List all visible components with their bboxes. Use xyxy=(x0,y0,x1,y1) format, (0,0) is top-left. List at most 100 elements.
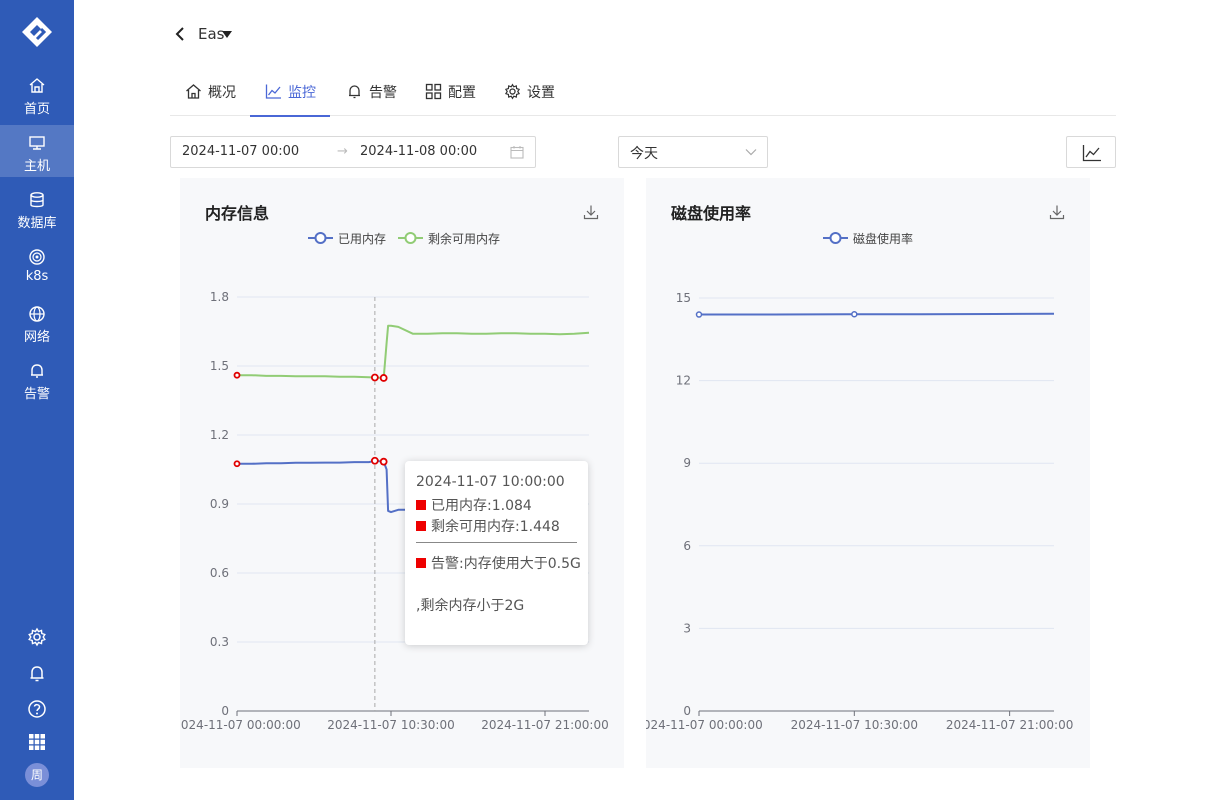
start-date-input[interactable]: 2024-11-07 00:00 xyxy=(182,144,299,159)
line-chart-icon xyxy=(1082,145,1101,162)
y-tick-label: 0.6 xyxy=(210,566,229,580)
legend-label: 剩余可用内存 xyxy=(428,232,501,246)
tooltip-marker xyxy=(416,521,426,531)
sidebar-item-label: 主机 xyxy=(23,159,50,174)
tab-bar: 概况 监控 告警 配置 设置 xyxy=(170,68,1116,117)
range-arrow: → xyxy=(337,144,348,159)
chart-tooltip: 2024-11-07 10:00:00 已用内存:1.084 剩余可用内存:1.… xyxy=(405,461,588,645)
apps-grid-icon[interactable] xyxy=(27,732,47,752)
active-tab-indicator xyxy=(250,115,330,117)
x-tick-label: 2024-11-07 10:30:00 xyxy=(327,718,454,732)
legend-marker xyxy=(398,232,423,244)
data-point xyxy=(851,310,858,318)
download-icon[interactable] xyxy=(583,204,599,220)
help-icon[interactable] xyxy=(27,699,47,719)
grid-icon xyxy=(425,83,442,100)
bell-icon xyxy=(31,364,43,378)
legend-marker xyxy=(823,232,848,244)
alert-point xyxy=(370,373,379,382)
alert-point xyxy=(379,457,388,466)
avatar[interactable]: 周 xyxy=(25,763,49,787)
page-title[interactable]: Eas xyxy=(198,25,224,43)
tooltip-marker xyxy=(416,558,426,568)
tooltip-alert: 告警:内存使用大于0.5G xyxy=(431,556,581,572)
tooltip-value: 剩余可用内存:1.448 xyxy=(431,519,560,535)
y-tick-label: 0 xyxy=(683,704,691,718)
chart-title: 磁盘使用率 xyxy=(671,204,752,223)
series-line-1 xyxy=(237,324,590,379)
sidebar-item-host[interactable]: 主机 xyxy=(0,125,74,177)
y-tick-label: 9 xyxy=(683,456,691,470)
tooltip-time: 2024-11-07 10:00:00 xyxy=(416,474,565,490)
tab-label: 配置 xyxy=(448,85,476,101)
sidebar: 首页 主机 数据库 k8s 网络 告警 周 xyxy=(0,0,74,800)
date-range-picker[interactable]: 2024-11-07 00:00 → 2024-11-08 00:00 xyxy=(170,136,536,168)
chart-title: 内存信息 xyxy=(205,204,270,223)
tooltip-marker xyxy=(416,500,426,510)
bell-icon xyxy=(349,85,360,99)
alert-point xyxy=(379,374,388,382)
download-icon[interactable] xyxy=(1049,204,1065,220)
x-tick-label: 2024-11-07 00:00:00 xyxy=(646,718,763,732)
x-tick-label: 2024-11-07 21:00:00 xyxy=(946,718,1073,732)
sidebar-item-label: 告警 xyxy=(23,387,50,402)
time-range-select[interactable]: 今天 xyxy=(618,136,768,168)
tooltip-row-free: 剩余可用内存:1.448 xyxy=(416,516,560,536)
y-tick-label: 1.2 xyxy=(210,428,229,442)
sidebar-item-alarm[interactable]: 告警 xyxy=(0,353,74,405)
y-tick-label: 1.8 xyxy=(210,290,229,304)
logo-icon[interactable] xyxy=(21,16,53,48)
tab-label: 设置 xyxy=(527,85,555,101)
back-arrow-icon[interactable] xyxy=(174,26,186,42)
tooltip-row-alert: 告警:内存使用大于0.5G xyxy=(416,553,581,573)
tab-label: 监控 xyxy=(288,85,316,101)
alert-point xyxy=(233,371,241,379)
sidebar-item-database[interactable]: 数据库 xyxy=(0,182,74,234)
k8s-icon xyxy=(29,249,45,265)
legend-marker xyxy=(308,232,333,244)
chart-view-button[interactable] xyxy=(1066,136,1116,168)
disk-chart-panel: 0 3 6 9 12 15 2024-11-07 00:00:00 2024-11-07 10… xyxy=(646,178,1090,768)
home-icon xyxy=(29,78,45,93)
sidebar-item-k8s[interactable]: k8s xyxy=(0,239,74,291)
y-tick-label: 12 xyxy=(676,374,691,388)
disk-line-chart[interactable]: 0 3 6 9 12 15 2024-11-07 00:00:00 2024-11-07 10… xyxy=(646,178,1090,768)
tooltip-row-used: 已用内存:1.084 xyxy=(416,495,532,515)
y-tick-label: 0 xyxy=(221,704,229,718)
sidebar-item-network[interactable]: 网络 xyxy=(0,296,74,348)
tab-label: 告警 xyxy=(369,85,397,101)
gear-icon[interactable] xyxy=(27,627,47,647)
sidebar-item-label: 数据库 xyxy=(17,216,57,231)
gear-icon xyxy=(504,83,521,100)
x-tick-label: 2024-11-07 10:30:00 xyxy=(791,718,918,732)
y-tick-label: 6 xyxy=(683,539,691,553)
monitor-icon xyxy=(29,136,45,150)
alert-point xyxy=(233,460,241,468)
legend-label: 已用内存 xyxy=(338,232,387,246)
x-tick-label: 2024-11-07 00:00:00 xyxy=(180,718,301,732)
database-icon xyxy=(30,192,44,208)
bell-icon[interactable] xyxy=(27,663,47,683)
y-tick-label: 15 xyxy=(676,291,691,305)
sidebar-item-label: k8s xyxy=(25,269,49,284)
y-tick-label: 0.3 xyxy=(210,635,229,649)
home-icon xyxy=(186,84,201,99)
alert-point xyxy=(370,456,379,465)
chevron-down-icon[interactable] xyxy=(222,31,232,38)
calendar-icon xyxy=(510,146,524,159)
time-range-value: 今天 xyxy=(630,146,658,162)
x-tick-label: 2024-11-07 21:00:00 xyxy=(481,718,608,732)
globe-icon xyxy=(29,306,45,322)
sidebar-item-home[interactable]: 首页 xyxy=(0,68,74,120)
data-point xyxy=(695,311,703,318)
line-chart-icon xyxy=(265,84,281,99)
y-tick-label: 1.5 xyxy=(210,359,229,373)
sidebar-item-label: 网络 xyxy=(23,330,50,345)
tooltip-value: 已用内存:1.084 xyxy=(431,498,532,514)
y-tick-label: 3 xyxy=(683,621,691,635)
tooltip-divider xyxy=(416,542,577,543)
end-date-input[interactable]: 2024-11-08 00:00 xyxy=(360,144,477,159)
tooltip-alert-cont: ,剩余内存小于2G xyxy=(416,598,525,614)
legend-label: 磁盘使用率 xyxy=(853,232,914,246)
sidebar-item-label: 首页 xyxy=(23,102,50,117)
